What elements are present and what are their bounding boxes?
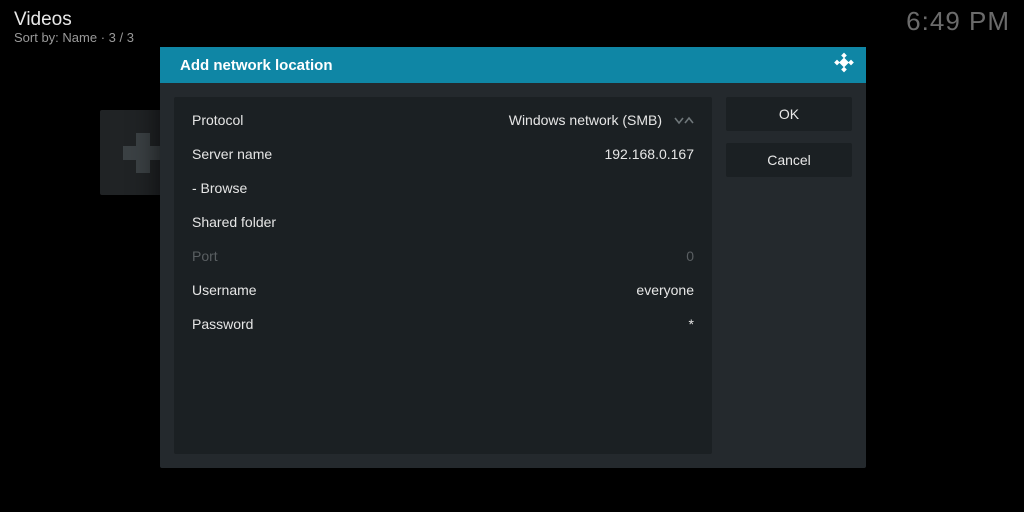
counter-sep: ·	[97, 30, 109, 45]
username-row[interactable]: Username everyone	[174, 273, 712, 307]
shared-folder-label: Shared folder	[192, 214, 276, 230]
browse-row[interactable]: - Browse	[174, 171, 712, 205]
plus-icon	[123, 133, 163, 173]
dialog-title: Add network location	[180, 57, 333, 74]
background-subtitle: Sort by: Name · 3 / 3	[14, 30, 134, 45]
background-header: Videos Sort by: Name · 3 / 3	[14, 10, 134, 45]
spinner-arrows-icon	[674, 115, 694, 125]
form-panel: Protocol Windows network (SMB) Server na…	[174, 97, 712, 454]
background-title: Videos	[14, 10, 134, 30]
port-row: Port 0	[174, 239, 712, 273]
username-label: Username	[192, 282, 257, 298]
kodi-logo-icon	[834, 53, 854, 78]
server-name-label: Server name	[192, 146, 272, 162]
password-row[interactable]: Password *	[174, 307, 712, 341]
password-value: *	[689, 316, 694, 332]
ok-button[interactable]: OK	[726, 97, 852, 131]
protocol-value: Windows network (SMB)	[509, 112, 662, 128]
browse-label: - Browse	[192, 180, 247, 196]
clock: 6:49 PM	[906, 6, 1010, 37]
sort-field: Name	[62, 30, 97, 45]
port-value: 0	[686, 248, 694, 264]
add-network-location-dialog: Add network location Protocol Windows ne…	[160, 47, 866, 468]
sort-prefix: Sort by:	[14, 30, 62, 45]
cancel-button[interactable]: Cancel	[726, 143, 852, 177]
username-value: everyone	[636, 282, 694, 298]
server-name-value: 192.168.0.167	[604, 146, 694, 162]
item-counter: 3 / 3	[109, 30, 134, 45]
dialog-body: Protocol Windows network (SMB) Server na…	[160, 83, 866, 468]
protocol-row[interactable]: Protocol Windows network (SMB)	[174, 103, 712, 137]
dialog-titlebar: Add network location	[160, 47, 866, 83]
server-name-row[interactable]: Server name 192.168.0.167	[174, 137, 712, 171]
shared-folder-row[interactable]: Shared folder	[174, 205, 712, 239]
password-label: Password	[192, 316, 253, 332]
protocol-label: Protocol	[192, 112, 243, 128]
dialog-button-panel: OK Cancel	[726, 97, 852, 454]
port-label: Port	[192, 248, 218, 264]
